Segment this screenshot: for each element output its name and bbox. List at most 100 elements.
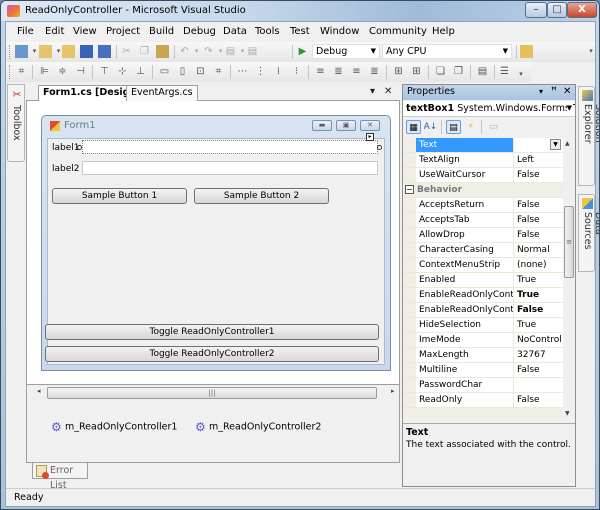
make-horizontal-spacing-equal-icon[interactable]: ⋯: [236, 65, 249, 78]
toolbar-grip[interactable]: [9, 65, 12, 79]
size-to-grid-icon[interactable]: ⌗: [212, 65, 225, 78]
add-item-icon[interactable]: [39, 45, 52, 58]
property-row[interactable]: EnableReadOnlyControlFalse: [403, 303, 563, 318]
property-value[interactable]: Normal: [514, 243, 563, 257]
scroll-right-arrow-icon[interactable]: ▸: [391, 387, 395, 395]
maximize-button[interactable]: □: [547, 2, 567, 18]
property-value[interactable]: False: [514, 213, 563, 227]
make-same-height-icon[interactable]: ▯: [176, 65, 189, 78]
minimize-button[interactable]: –: [525, 2, 547, 18]
make-same-size-icon[interactable]: ⊡: [194, 65, 207, 78]
align-rights-icon[interactable]: ⊣: [74, 65, 87, 78]
close-document-icon[interactable]: ✕: [384, 86, 392, 97]
alphabetical-icon[interactable]: A↓: [423, 120, 438, 134]
textbox2[interactable]: [82, 161, 378, 175]
sample-button-1[interactable]: Sample Button 1: [52, 188, 187, 204]
property-value[interactable]: False: [514, 363, 563, 377]
component-readonlycontroller2[interactable]: ⚙ m_ReadOnlyController2: [195, 421, 321, 433]
property-row[interactable]: TextAlign Left: [403, 153, 563, 168]
cut-icon[interactable]: ✂: [120, 45, 133, 58]
property-grid-scrollbar[interactable]: ▲ ≡ ▼: [563, 138, 575, 420]
toggle-readonlycontroller2-button[interactable]: Toggle ReadOnlyController2: [45, 346, 379, 362]
lock-controls-icon[interactable]: ☰: [498, 65, 511, 78]
menu-build[interactable]: Build: [149, 26, 174, 37]
save-all-icon[interactable]: [98, 45, 111, 58]
menu-file[interactable]: File: [17, 26, 34, 37]
property-dropdown-button[interactable]: ▼: [550, 139, 561, 150]
decrease-horizontal-spacing-icon[interactable]: ⁞: [272, 65, 285, 78]
property-row[interactable]: ContextMenuStrip (none): [403, 258, 563, 273]
resize-handle-right[interactable]: [377, 145, 382, 150]
save-icon[interactable]: [80, 45, 93, 58]
property-row[interactable]: AcceptsTab False: [403, 213, 563, 228]
property-row[interactable]: ImeMode NoControl: [403, 333, 563, 348]
property-value[interactable]: False: [514, 198, 563, 212]
paste-icon[interactable]: [156, 45, 169, 58]
object-selector-combo[interactable]: textBox1 System.Windows.Forms.Te ▼: [403, 101, 575, 117]
align-centers-icon[interactable]: ≑: [56, 65, 69, 78]
tab-eventargs[interactable]: EventArgs.cs: [126, 85, 198, 101]
property-row[interactable]: Enabled True: [403, 273, 563, 288]
smart-tag-glyph-icon[interactable]: ▸: [366, 133, 374, 141]
find-in-files-icon[interactable]: [520, 45, 533, 58]
close-button[interactable]: X: [567, 2, 597, 18]
menu-window[interactable]: Window: [320, 26, 359, 37]
property-value[interactable]: (none): [514, 258, 563, 272]
remove-vertical-spacing-icon[interactable]: ≣: [368, 65, 381, 78]
align-to-grid-icon[interactable]: ⌗: [15, 65, 28, 78]
pin-icon[interactable]: ꟸ: [551, 85, 557, 99]
property-row[interactable]: UseWaitCursor False: [403, 168, 563, 183]
copy-icon[interactable]: ❐: [138, 45, 151, 58]
property-row[interactable]: Multiline False: [403, 363, 563, 378]
property-row[interactable]: EnableReadOnlyControlTrue: [403, 288, 563, 303]
increase-vertical-spacing-icon[interactable]: ≣: [332, 65, 345, 78]
form1-window[interactable]: Form1 ▬ ▣ ✕ label1 ▸ label2 Sample Butto…: [41, 115, 391, 371]
property-row[interactable]: Text ▼: [403, 138, 563, 153]
navigate-forward-icon[interactable]: ▤: [246, 45, 259, 58]
align-lefts-icon[interactable]: ⊫: [38, 65, 51, 78]
toggle-readonlycontroller1-button[interactable]: Toggle ReadOnlyController1: [45, 324, 379, 340]
property-row[interactable]: HideSelection True: [403, 318, 563, 333]
label2[interactable]: label2: [52, 164, 80, 174]
toolbar-options-icon[interactable]: ▾: [588, 45, 594, 58]
remove-horizontal-spacing-icon[interactable]: ⁝: [290, 65, 303, 78]
toolbox-tab[interactable]: ✂ Toolbox: [7, 84, 25, 162]
close-properties-icon[interactable]: ✕: [563, 85, 571, 99]
error-list-tab[interactable]: Error List: [32, 463, 88, 491]
events-icon[interactable]: ⚡: [463, 120, 478, 134]
align-middles-icon[interactable]: ⊹: [116, 65, 129, 78]
start-debugging-icon[interactable]: ▶: [296, 45, 309, 58]
label1[interactable]: label1: [52, 143, 80, 153]
scrollbar-thumb[interactable]: |||: [47, 387, 377, 399]
property-value[interactable]: True: [514, 318, 563, 332]
property-value[interactable]: True: [514, 288, 563, 302]
categorized-icon[interactable]: ▦: [406, 120, 421, 134]
tab-order-icon[interactable]: ▤: [476, 65, 489, 78]
collapse-icon[interactable]: −: [405, 185, 414, 194]
increase-horizontal-spacing-icon[interactable]: ⋮: [254, 65, 267, 78]
property-value[interactable]: True: [514, 273, 563, 287]
toolbar-grip[interactable]: [9, 45, 12, 59]
center-horizontally-icon[interactable]: ⊞: [392, 65, 405, 78]
menu-tools[interactable]: Tools: [255, 26, 280, 37]
property-value[interactable]: False: [514, 228, 563, 242]
center-vertically-icon[interactable]: ⊞: [410, 65, 423, 78]
toolbar-options-icon[interactable]: ▾: [518, 68, 524, 81]
active-files-dropdown-icon[interactable]: ▾: [370, 86, 375, 97]
menu-help[interactable]: Help: [432, 26, 455, 37]
property-value[interactable]: False: [514, 393, 563, 407]
menu-data[interactable]: Data: [223, 26, 247, 37]
property-value[interactable]: Left: [514, 153, 563, 167]
solution-explorer-tab[interactable]: Solution Explorer: [578, 86, 599, 186]
sample-button-2[interactable]: Sample Button 2: [194, 188, 329, 204]
property-value[interactable]: 32767: [514, 348, 563, 362]
property-pages-icon[interactable]: ▭: [486, 120, 501, 134]
component-readonlycontroller1[interactable]: ⚙ m_ReadOnlyController1: [51, 421, 177, 433]
decrease-vertical-spacing-icon[interactable]: ≡: [350, 65, 363, 78]
menu-view[interactable]: View: [73, 26, 97, 37]
menu-community[interactable]: Community: [369, 26, 427, 37]
bring-to-front-icon[interactable]: ❏: [434, 65, 447, 78]
scrollbar-thumb[interactable]: ≡: [564, 206, 574, 278]
property-row[interactable]: AllowDrop False: [403, 228, 563, 243]
open-folder-icon[interactable]: [62, 45, 75, 58]
